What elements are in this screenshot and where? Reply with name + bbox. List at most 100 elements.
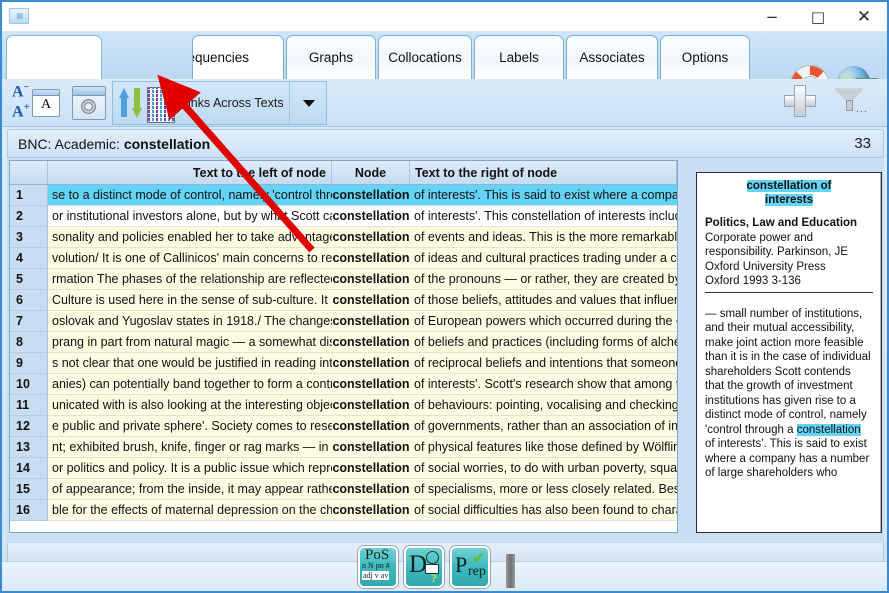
row-right-context: of interests'. This is said to exist whe… bbox=[410, 185, 677, 206]
pos-line3: adj v av bbox=[362, 571, 390, 580]
tab-graphs[interactable]: Graphs bbox=[286, 35, 376, 79]
table-row[interactable]: 12 e public and private sphere'. Society … bbox=[10, 416, 677, 437]
check-icon: ✔ bbox=[472, 551, 485, 567]
tab-strip: requencies Graphs Collocations Labels As… bbox=[2, 32, 887, 105]
grid-header-node[interactable]: Node bbox=[332, 161, 410, 184]
preview-source-line4: Oxford 1993 3-136 bbox=[705, 275, 801, 287]
concordance-grid[interactable]: Text to the left of node Node Text to th… bbox=[9, 160, 678, 533]
preview-source-line1: Corporate power and bbox=[705, 231, 814, 244]
table-row[interactable]: 2 or institutional investors alone, but b… bbox=[10, 206, 677, 227]
arrow-up-icon bbox=[119, 88, 129, 118]
pos-button[interactable]: PoS n N pn # adj v av bbox=[358, 546, 398, 588]
row-left-context: volution/ It is one of Callinicos' main … bbox=[48, 248, 332, 269]
font-sample-icon[interactable] bbox=[32, 89, 60, 117]
maximize-button[interactable]: □ bbox=[795, 2, 841, 32]
table-row[interactable]: 5 rmation The phases of the relationship … bbox=[10, 269, 677, 290]
table-row[interactable]: 6 Culture is used here in the sense of su… bbox=[10, 290, 677, 311]
plus-icon[interactable] bbox=[785, 86, 815, 116]
table-row[interactable]: 7 oslovak and Yugoslav states in 1918./ T… bbox=[10, 311, 677, 332]
settings-icon[interactable] bbox=[72, 86, 106, 120]
preview-body: — small number of institutions, and thei… bbox=[705, 307, 873, 481]
question-mark: ? bbox=[431, 571, 437, 585]
row-right-context: of ideas and cultural practices trading … bbox=[410, 248, 677, 269]
table-row[interactable]: 10 anies) can potentially band together t… bbox=[10, 374, 677, 395]
row-node: constellation bbox=[332, 374, 410, 395]
links-dropdown-button[interactable] bbox=[289, 82, 328, 124]
result-corpus-label: BNC: Academic: bbox=[18, 135, 124, 152]
row-node: constellation bbox=[332, 416, 410, 437]
tab-options[interactable]: Options bbox=[660, 35, 750, 79]
toolbar: A A Links Across Texts ... bbox=[2, 79, 887, 127]
tab-frequencies-label: requencies bbox=[193, 50, 250, 65]
grid-header-right[interactable]: Text to the right of node bbox=[410, 161, 677, 184]
preview-title-line2: interests bbox=[765, 194, 813, 206]
row-node: constellation bbox=[332, 206, 410, 227]
table-row[interactable]: 15 of appearance; from the inside, it may… bbox=[10, 479, 677, 500]
row-index: 4 bbox=[10, 248, 48, 269]
table-row[interactable]: 4 volution/ It is one of Callinicos' main… bbox=[10, 248, 677, 269]
preview-pane[interactable]: constellation of interests Politics, Law… bbox=[696, 172, 882, 533]
prep-button[interactable]: P rep ✔ bbox=[450, 546, 490, 588]
row-right-context: of governments, rather than an associati… bbox=[410, 416, 677, 437]
table-row[interactable]: 9s not clear that one would be justified… bbox=[10, 353, 677, 374]
tab-collocations-label: Collocations bbox=[388, 50, 462, 65]
row-right-context: of reciprocal beliefs and intentions tha… bbox=[410, 353, 677, 374]
tab-labels[interactable]: Labels bbox=[474, 35, 564, 79]
dictionary-button[interactable]: D ? bbox=[404, 546, 444, 588]
application-icon: ▤ bbox=[9, 7, 29, 24]
row-node: constellation bbox=[332, 290, 410, 311]
minimize-button[interactable]: − bbox=[749, 2, 795, 32]
table-row[interactable]: 13 nt; exhibited brush, knife, finger or … bbox=[10, 437, 677, 458]
row-left-context: nt; exhibited brush, knife, finger or ra… bbox=[48, 437, 332, 458]
tab-blank[interactable] bbox=[6, 35, 102, 79]
row-index: 5 bbox=[10, 269, 48, 290]
row-right-context: of specialisms, more or less closely rel… bbox=[410, 479, 677, 500]
close-button[interactable]: ✕ bbox=[841, 2, 887, 32]
tab-collocations[interactable]: Collocations bbox=[378, 35, 472, 79]
funnel-icon[interactable]: ... bbox=[835, 87, 868, 115]
funnel-dots: ... bbox=[855, 103, 868, 115]
links-across-texts-group[interactable]: Links Across Texts bbox=[112, 81, 327, 125]
preview-scrollbar[interactable] bbox=[880, 173, 881, 532]
bottom-button-group: PoS n N pn # adj v av D ? P rep ✔ bbox=[358, 546, 515, 588]
bottom-bar: PoS n N pn # adj v av D ? P rep ✔ bbox=[2, 546, 887, 591]
row-node: constellation bbox=[332, 353, 410, 374]
font-decrease-icon[interactable]: A bbox=[12, 82, 29, 101]
table-row[interactable]: 16 ble for the effects of maternal depres… bbox=[10, 500, 677, 521]
row-index: 1 bbox=[10, 185, 48, 206]
tab-associates-label: Associates bbox=[579, 50, 645, 65]
row-index: 15 bbox=[10, 479, 48, 500]
grid-body: 1 se to a distinct mode of control, namel… bbox=[10, 185, 677, 521]
row-index: 3 bbox=[10, 227, 48, 248]
row-left-context: rmation The phases of the relationship a… bbox=[48, 269, 332, 290]
chevron-down-icon bbox=[303, 99, 315, 107]
row-index: 6 bbox=[10, 290, 48, 311]
table-row[interactable]: 3 sonality and policies enabled her to ta… bbox=[10, 227, 677, 248]
row-left-context: e public and private sphere'. Society co… bbox=[48, 416, 332, 437]
grid-header-row: Text to the left of node Node Text to th… bbox=[10, 161, 677, 185]
table-row[interactable]: 1 se to a distinct mode of control, namel… bbox=[10, 185, 677, 206]
row-right-context: of social worries, to do with urban pove… bbox=[410, 458, 677, 479]
row-left-context: or politics and policy. It is a public i… bbox=[48, 458, 332, 479]
tab-associates[interactable]: Associates bbox=[566, 35, 658, 79]
preview-body-after: of interests'. This is said to exist whe… bbox=[705, 438, 870, 479]
table-row[interactable]: 11 unicated with is also looking at the i… bbox=[10, 395, 677, 416]
tab-frequencies[interactable]: requencies bbox=[192, 35, 284, 79]
grid-header-index[interactable] bbox=[10, 161, 48, 184]
table-row[interactable]: 14 or politics and policy. It is a public… bbox=[10, 458, 677, 479]
grid-header-left[interactable]: Text to the left of node bbox=[48, 161, 332, 184]
table-row[interactable]: 8 prang in part from natural magic — a so… bbox=[10, 332, 677, 353]
result-count: 33 bbox=[854, 135, 871, 152]
bottom-divider bbox=[506, 554, 515, 588]
font-increase-icon[interactable]: A bbox=[12, 101, 30, 121]
application-window: ▤ − □ ✕ requencies Graphs Collocations L… bbox=[0, 0, 889, 593]
row-left-context: prang in part from natural magic — a som… bbox=[48, 332, 332, 353]
row-node: constellation bbox=[332, 185, 410, 206]
row-index: 7 bbox=[10, 311, 48, 332]
row-left-context: sonality and policies enabled her to tak… bbox=[48, 227, 332, 248]
row-node: constellation bbox=[332, 458, 410, 479]
row-index: 13 bbox=[10, 437, 48, 458]
result-header-bar: BNC: Academic: constellation 33 bbox=[7, 129, 884, 158]
row-index: 9 bbox=[10, 353, 48, 374]
row-node: constellation bbox=[332, 269, 410, 290]
